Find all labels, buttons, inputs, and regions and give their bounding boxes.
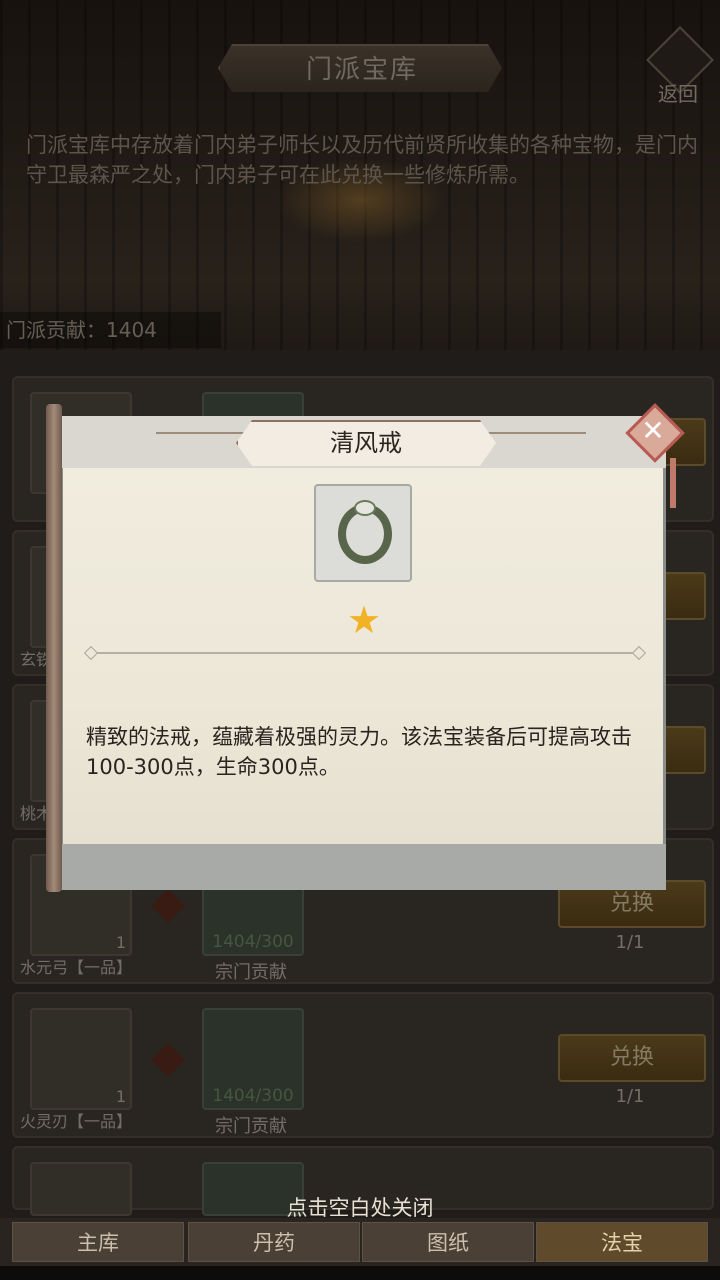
modal-bottom-band xyxy=(60,844,666,890)
divider xyxy=(88,652,638,654)
close-icon: ✕ xyxy=(641,414,665,447)
scroll-rod-decoration xyxy=(46,404,62,892)
tab-bar: 主库 丹药 图纸 法宝 xyxy=(0,1218,720,1266)
item-description: 精致的法戒，蕴藏着极强的灵力。该法宝装备后可提高攻击100-300点，生命300… xyxy=(86,725,632,779)
star-icon: ★ xyxy=(346,598,382,642)
item-detail-modal: 清风戒 ★ 精致的法戒，蕴藏着极强的灵力。该法宝装备后可提高攻击100-300点… xyxy=(46,403,685,892)
item-icon-frame xyxy=(314,484,412,582)
tassel-decoration xyxy=(670,458,676,508)
tab-artifacts[interactable]: 法宝 xyxy=(536,1222,708,1262)
tab-blueprints[interactable]: 图纸 xyxy=(362,1222,534,1262)
tab-pills[interactable]: 丹药 xyxy=(188,1222,360,1262)
modal-title: 清风戒 xyxy=(330,429,402,457)
ring-gem xyxy=(354,500,376,516)
tab-main-vault[interactable]: 主库 xyxy=(12,1222,184,1262)
close-button[interactable]: ✕ xyxy=(625,403,685,463)
